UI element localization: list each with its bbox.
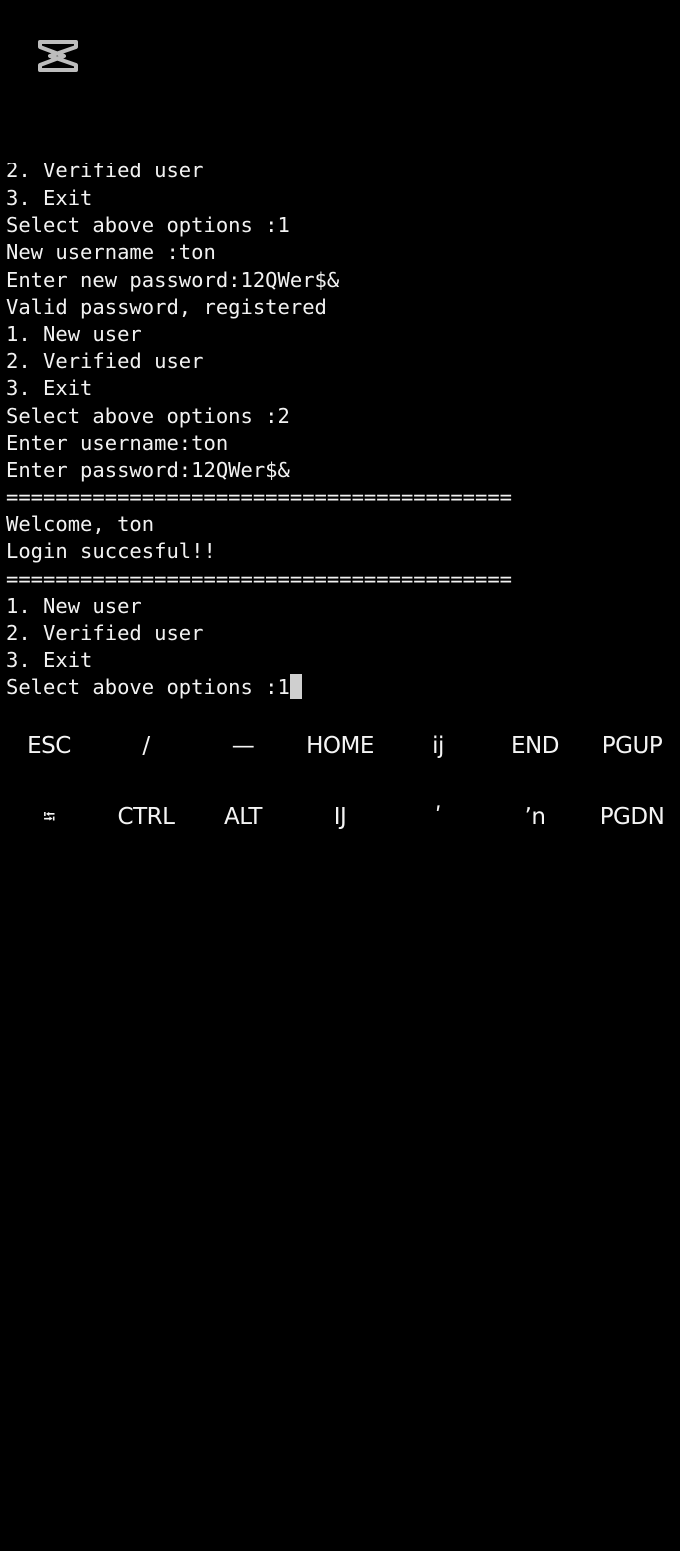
terminal-line: Login succesful!! xyxy=(6,539,216,564)
terminal-line: 2. Verified user xyxy=(6,621,204,645)
tab-key[interactable]: ⭾ xyxy=(0,795,98,839)
terminal-line: 3. Exit xyxy=(6,648,93,673)
terminal-line: 3. Exit xyxy=(6,186,93,210)
home-key[interactable]: HOME xyxy=(291,724,389,768)
dash-key[interactable]: — xyxy=(194,724,292,768)
terminal-line: Valid password, registered xyxy=(6,294,327,319)
slash-key[interactable]: / xyxy=(97,724,195,768)
terminal-line: Welcome, ton xyxy=(6,512,155,537)
terminal-line: 2. Verified user xyxy=(6,349,204,374)
terminal-line: Enter username:ton xyxy=(6,430,229,455)
terminal-line: Enter new password:12QWer$& xyxy=(6,267,340,292)
alt-key[interactable]: ALT xyxy=(194,795,292,839)
pgup-key[interactable]: PGUP xyxy=(583,724,680,768)
terminal-line: Enter password:12QWer$& xyxy=(6,457,290,482)
ctrl-key[interactable]: CTRL xyxy=(97,795,195,839)
terminal-cursor xyxy=(289,674,302,700)
terminal-line: 2. Verified user xyxy=(6,163,204,182)
prime-key[interactable]: ʹ xyxy=(389,795,487,839)
n-apostrophe-key[interactable]: ʼn xyxy=(486,795,584,839)
terminal-separator: ========================================… xyxy=(6,566,513,591)
ij-upper-key[interactable]: IJ xyxy=(291,795,389,839)
terminal-output[interactable]: 2. Verified user 3. Exit Select above op… xyxy=(6,163,674,702)
terminal-line: 3. Exit xyxy=(6,376,93,401)
esc-key[interactable]: ESC xyxy=(0,724,98,768)
terminal-line: New username :ton xyxy=(6,240,216,265)
extra-keys-row-2: ⭾ CTRL ALT IJ ʹ ʼn PGDN xyxy=(0,795,680,839)
terminal-line: Select above options :2 xyxy=(6,403,290,428)
end-key[interactable]: END xyxy=(486,724,584,768)
terminal-line: 1. New user xyxy=(6,321,142,346)
pgdn-key[interactable]: PGDN xyxy=(583,795,680,839)
extra-keys-row-1: ESC / — HOME ij END PGUP xyxy=(0,724,680,768)
terminal-line: 1. New user xyxy=(6,593,142,618)
terminal-separator: ========================================… xyxy=(6,485,513,510)
ij-key[interactable]: ij xyxy=(389,724,487,768)
terminal-prompt-text: Select above options :1 xyxy=(6,675,290,700)
terminal-prompt-line[interactable]: Select above options :1 xyxy=(6,674,674,701)
capcut-logo-icon xyxy=(38,40,78,72)
terminal-line: Select above options :1 xyxy=(6,213,290,238)
